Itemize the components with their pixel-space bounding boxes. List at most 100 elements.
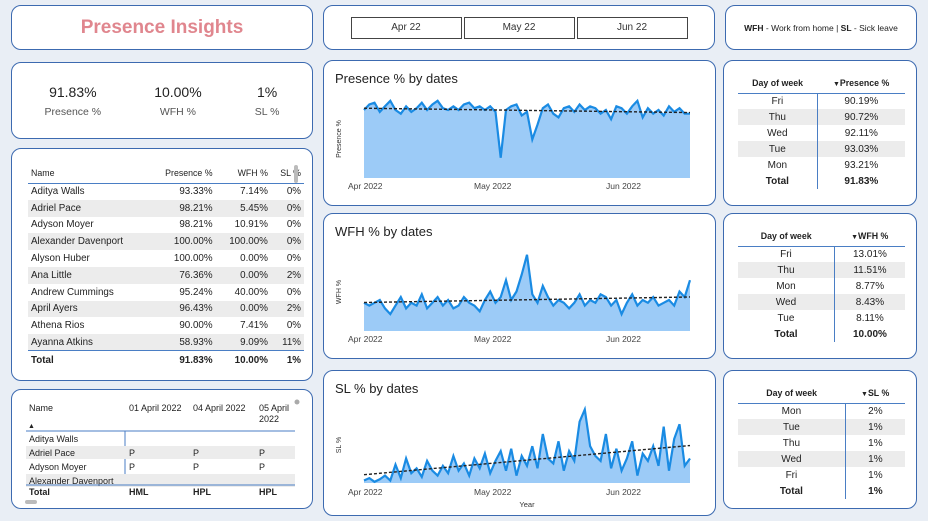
day-cell: Wed [738,125,818,141]
metric-cell: 58.93% [149,334,216,351]
chart-title: WFH % by dates [335,224,433,239]
employee-name-cell: Alexander Davenport [28,233,150,251]
table-row[interactable]: Tue 8.11% [738,310,905,326]
col-header-day[interactable]: Day of week [738,383,846,404]
legend-card: WFH - Work from home | SL - Sick leave [725,5,917,50]
header-label: SL % [867,387,890,398]
metric-cell: 40.00% [234,286,268,298]
metric-cell: 0% [286,219,301,231]
metric-cell: 2% [868,405,883,417]
y-axis-label: SL % [336,437,343,453]
x-tick-label: May 2022 [474,181,512,191]
table-scrollbar[interactable] [294,165,298,183]
matrix-row-name[interactable]: Aditya Walls [29,434,79,444]
table-row[interactable]: Fri 90.19% [738,93,905,109]
matrix-header-date[interactable]: 04 April 2022 [193,403,246,413]
metric-cell: 2% [270,266,304,284]
col-header-day[interactable]: Day of week [738,73,818,94]
table-row[interactable]: Wed 1% [738,451,905,467]
table-row[interactable]: Tue 1% [738,419,905,435]
table-row[interactable]: Mon 93.21% [738,157,905,173]
table-row[interactable]: Athena Rios 90.00% 7.41% 0% [28,317,304,334]
table-row[interactable]: Thu 90.72% [738,109,905,125]
header-label: Day of week [766,387,818,398]
employee-name-cell: Athena Rios [31,320,85,332]
slicer-apr[interactable]: Apr 22 [350,16,462,39]
attendance-matrix-card: Name 01 April 2022 04 April 2022 05 Apri… [11,389,313,509]
col-header-metric[interactable]: ▼Presence % [817,73,905,94]
kpi-label: SL % [254,105,280,118]
metric-cell: 10.91% [234,219,268,231]
matrix-header-name[interactable]: Name [29,403,53,413]
table-row[interactable]: Alexander Davenport 100.00% 100.00% 0% [28,233,304,251]
wfh-chart-card: WFH % by dates WFH % Apr 2022 May 2022 Jun … [323,213,716,359]
metric-cell: 8.43% [834,294,905,310]
sort-down-icon[interactable]: ▼ [861,391,868,398]
table-row[interactable]: April Ayers 96.43% 0.00% 2% [28,300,304,318]
matrix-header-date[interactable]: 05 April [259,403,289,413]
metric-cell: 98.21% [179,219,213,231]
day-cell: Thu [738,262,835,278]
table-row[interactable]: Ayanna Atkins 58.93% 9.09% 11% [28,334,304,351]
employee-name-cell: Aditya Walls [31,186,85,198]
col-header-presence[interactable]: Presence % [149,163,216,184]
col-header-sl[interactable]: SL % [270,163,304,184]
chart-title: SL % by dates [335,381,419,396]
col-header-metric[interactable]: ▼WFH % [834,226,905,247]
header-label: Day of week [752,77,804,88]
table-row[interactable]: Adriel Pace 98.21% 5.45% 0% [28,199,304,217]
sort-down-icon[interactable]: ▼ [833,81,840,88]
employee-table: Name Presence % WFH % SL % Aditya Walls 9… [28,163,304,369]
metric-cell: 76.36% [149,266,216,284]
col-header-wfh[interactable]: WFH % [215,163,271,184]
table-row[interactable]: Fri 1% [738,467,905,483]
table-row[interactable]: Wed 8.43% [738,294,905,310]
employee-name-cell: Ayanna Atkins [28,334,150,351]
x-axis-label: Year [519,500,535,509]
table-row[interactable]: Mon 2% [738,403,905,419]
day-cell: Wed [738,451,846,467]
metric-cell: 0% [270,233,304,251]
col-header-metric[interactable]: ▼SL % [845,383,905,404]
scroll-dot-icon[interactable] [294,399,300,405]
table-row[interactable]: Tue 93.03% [738,141,905,157]
col-header-name[interactable]: Name [28,163,150,184]
total-cell: Total [28,350,150,369]
matrix-scrollbar[interactable] [25,500,37,504]
table-row[interactable]: Ana Little 76.36% 0.00% 2% [28,266,304,284]
slicer-may[interactable]: May 22 [463,16,575,39]
dow-presence-card: Day of week ▼Presence % Fri 90.19% Thu 90.72… [723,60,917,206]
kpi-card: 91.83% Presence % 10.00% WFH % 1% SL % [11,62,313,139]
page-title: Presence Insights [80,16,244,38]
total-cell: 1% [868,485,883,497]
table-row[interactable]: Thu 1% [738,435,905,451]
kpi-label: Presence % [44,105,102,118]
sort-up-icon[interactable]: ▲ [28,423,35,430]
matrix-cell: P [129,448,135,458]
table-row[interactable]: Fri 13.01% [738,246,905,262]
matrix-row-name[interactable]: Adriel Pace [29,448,75,458]
x-tick-label: Apr 2022 [348,334,383,344]
metric-cell: 8.11% [856,312,884,324]
table-total-row: Total 91.83% 10.00% 1% [28,350,304,369]
table-row[interactable]: Andrew Cummings 95.24% 40.00% 0% [28,284,304,301]
total-cell: 91.83% [844,175,879,187]
title-card: Presence Insights [11,5,313,50]
metric-cell: 90.72% [817,109,905,125]
table-row[interactable]: Alyson Huber 100.00% 0.00% 0% [28,250,304,267]
slicer-jun[interactable]: Jun 22 [576,16,688,39]
sort-down-icon[interactable]: ▼ [851,234,858,241]
col-header-day[interactable]: Day of week [738,226,835,247]
table-row[interactable]: Wed 92.11% [738,125,905,141]
x-tick-label: May 2022 [474,487,512,497]
matrix-row-name[interactable]: Adyson Moyer [29,462,87,472]
table-row[interactable]: Thu 11.51% [738,262,905,278]
table-row[interactable]: Mon 8.77% [738,278,905,294]
matrix-cell: P [259,448,265,458]
kpi-value: 91.83% [49,83,97,100]
matrix-header-date[interactable]: 01 April 2022 [129,403,182,413]
table-row[interactable]: Aditya Walls 93.33% 7.14% 0% [28,183,304,200]
area-fill [364,254,690,331]
metric-cell: 7.41% [240,320,268,332]
table-row[interactable]: Adyson Moyer 98.21% 10.91% 0% [28,217,304,234]
